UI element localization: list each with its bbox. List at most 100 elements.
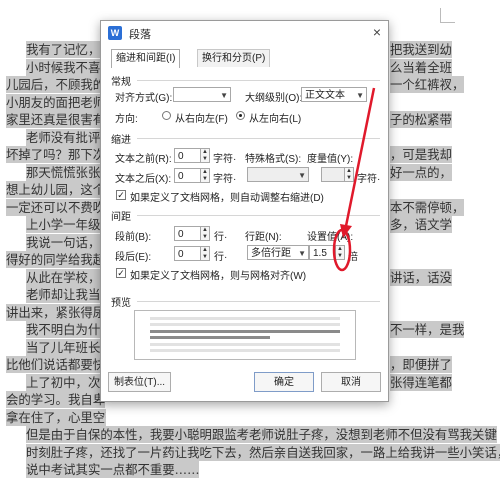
chevron-down-icon: ▼: [298, 171, 306, 180]
section-indent: 缩进: [111, 135, 131, 146]
outline-value: 正文文本: [305, 90, 345, 101]
indent-before-input[interactable]: 0: [174, 148, 201, 163]
doc-line-text: 老师没有批评我: [26, 128, 106, 146]
dialog-titlebar[interactable]: W 段落 ×: [101, 21, 388, 45]
doc-line-text: 坏掉了吗？那下次我: [6, 146, 106, 163]
spacing-grid-checkbox[interactable]: ✓: [116, 268, 126, 278]
doc-line-right[interactable]: 好一点的，: [390, 163, 490, 183]
outline-label: 大纲级别(O):: [245, 93, 303, 104]
align-select[interactable]: ▼: [173, 87, 231, 102]
doc-line-text: 拿在住了，心里空落: [6, 408, 106, 426]
page-corner-mark: [440, 8, 455, 23]
setting-value-label: 设置值(A):: [307, 232, 354, 243]
space-after-spinner[interactable]: ▲ ▼: [201, 246, 210, 261]
indent-after-spinner[interactable]: ▲ ▼: [201, 168, 210, 183]
preview-line: [150, 317, 340, 320]
rtl-radio[interactable]: [162, 111, 171, 120]
divider: [137, 215, 380, 216]
doc-line-right-text: 一个红裤衩，: [390, 76, 465, 93]
doc-line-text: 当了儿年班长后: [26, 338, 106, 356]
space-before-spinner[interactable]: ▲ ▼: [201, 226, 210, 241]
direction-label: 方向:: [115, 114, 138, 125]
doc-line-text: 小时候我不喜欢: [26, 58, 106, 76]
doc-line-right-text: 本不需停顿，: [390, 198, 465, 216]
section-preview: 预览: [111, 298, 131, 309]
indent-grid-label: 如果定义了文档网格，则自动调整右缩进(D): [130, 193, 324, 204]
indent-before-spinner[interactable]: ▲ ▼: [201, 148, 210, 163]
indent-grid-checkbox[interactable]: ✓: [116, 190, 126, 200]
divider: [137, 80, 380, 81]
space-before-unit[interactable]: 行·: [214, 228, 227, 243]
measure-unit[interactable]: 字符·: [357, 170, 380, 185]
doc-line-text: 比他们说话都要快: [6, 356, 106, 373]
special-format-select[interactable]: ▼: [247, 167, 309, 182]
doc-line-right-text: 子的松紧带: [390, 111, 452, 128]
chevron-down-icon: ▼: [298, 249, 306, 258]
doc-line[interactable]: 说中考试其实一点都不重要……: [26, 460, 500, 480]
doc-line-text: 但是由于自保的本性，我要小聪明跟监考老师说肚子疼，没想到老师不但没有骂我关键: [26, 426, 497, 443]
preview-line: [150, 330, 340, 333]
doc-line-right[interactable]: 多，语文学: [390, 215, 490, 235]
chevron-down-icon: ▼: [220, 91, 228, 100]
doc-line-text: 会的学习。我自卑: [6, 391, 106, 408]
measure-label: 度量值(Y):: [307, 154, 354, 165]
paragraph-dialog: W 段落 × 缩进和间距(I) 换行和分页(P) 常规 对齐方式(G): ▼ 大…: [100, 20, 389, 402]
doc-line-text: 一定还可以不费吹: [6, 198, 106, 216]
measure-spinner[interactable]: ▲ ▼: [345, 167, 354, 182]
cancel-button[interactable]: 取消: [321, 372, 381, 392]
doc-line-right-text: 讲话，话没: [390, 268, 452, 286]
doc-line-right[interactable]: 一个红裤衩，: [390, 75, 490, 95]
doc-line-right-text: 多，语文学: [390, 216, 452, 233]
section-general: 常规: [111, 77, 131, 88]
preview-line: [150, 323, 340, 326]
measure-input[interactable]: [321, 167, 345, 182]
tab-stops-button[interactable]: 制表位(T)...: [108, 372, 171, 392]
preview-line: [150, 349, 340, 352]
ltr-label: 从左向右(L): [249, 114, 302, 125]
doc-line-text: 小朋友的面把老师的: [6, 93, 106, 111]
doc-line-text: 那天慌慌张张的: [26, 163, 106, 181]
doc-line-text: 儿园后，不顾我的: [6, 76, 106, 93]
doc-line-text: 说中考试其实一点都不重要……: [26, 461, 200, 478]
setting-value-input[interactable]: 1.5: [309, 245, 336, 260]
ltr-radio[interactable]: [236, 111, 245, 120]
doc-line-text: 老师却让我当班: [26, 286, 106, 303]
section-spacing: 间距: [111, 212, 131, 223]
doc-line-text: 我不明白为什么: [26, 321, 106, 338]
tab-line-page-breaks[interactable]: 换行和分页(P): [197, 49, 271, 67]
doc-line-text: 从此在学校，我: [26, 268, 106, 286]
doc-line-right[interactable]: 不一样，是我: [390, 320, 490, 340]
line-spacing-select[interactable]: 多倍行距 ▼: [247, 245, 309, 260]
doc-line-text: 得好的同学给我起外: [6, 251, 106, 268]
doc-line-text: 上小学一年级，: [26, 216, 106, 233]
indent-before-unit[interactable]: 字符·: [213, 150, 236, 165]
space-after-input[interactable]: 0: [174, 246, 201, 261]
doc-line-right-text: ，可是我却: [390, 146, 452, 163]
chevron-down-icon: ▼: [356, 91, 364, 100]
doc-line-right-text: 不一样，是我: [390, 321, 465, 338]
outline-select[interactable]: 正文文本 ▼: [301, 87, 367, 102]
spacing-grid-label: 如果定义了文档网格，则与网格对齐(W): [130, 271, 307, 282]
paragraph-preview: [134, 310, 356, 360]
indent-after-input[interactable]: 0: [174, 168, 201, 183]
tab-indent-spacing[interactable]: 缩进和间距(I): [111, 49, 181, 68]
setting-value-unit: 倍: [348, 252, 358, 263]
doc-line-right[interactable]: 子的松紧带: [390, 110, 490, 130]
space-after-unit[interactable]: 行·: [214, 248, 227, 263]
close-icon[interactable]: ×: [373, 24, 381, 40]
ok-button[interactable]: 确定: [254, 372, 314, 392]
line-spacing-value: 多倍行距: [251, 248, 291, 259]
doc-line-text: 时刻肚子疼，还找了一片药让我吃下去，然后亲自送我回家，一路上给我讲一些小笑话，还: [26, 443, 500, 461]
setting-value-spinner[interactable]: ▲ ▼: [336, 245, 345, 260]
doc-line-right[interactable]: 讲话，话没: [390, 268, 490, 288]
special-format-label: 特殊格式(S):: [245, 154, 302, 165]
doc-line-right-text: 把我送到幼: [390, 41, 452, 58]
space-before-input[interactable]: 0: [174, 226, 201, 241]
indent-before-label: 文本之前(R):: [115, 154, 172, 165]
doc-line-right[interactable]: 张得连笔都: [390, 373, 490, 393]
indent-after-unit[interactable]: 字符·: [213, 170, 236, 185]
doc-line-text: 我说一句话，那还给: [26, 233, 106, 251]
doc-line-right-text: 么当着全班: [390, 58, 452, 76]
line-spacing-label: 行距(N):: [245, 232, 282, 243]
doc-line-text: 家里还真是很害有: [6, 111, 106, 128]
